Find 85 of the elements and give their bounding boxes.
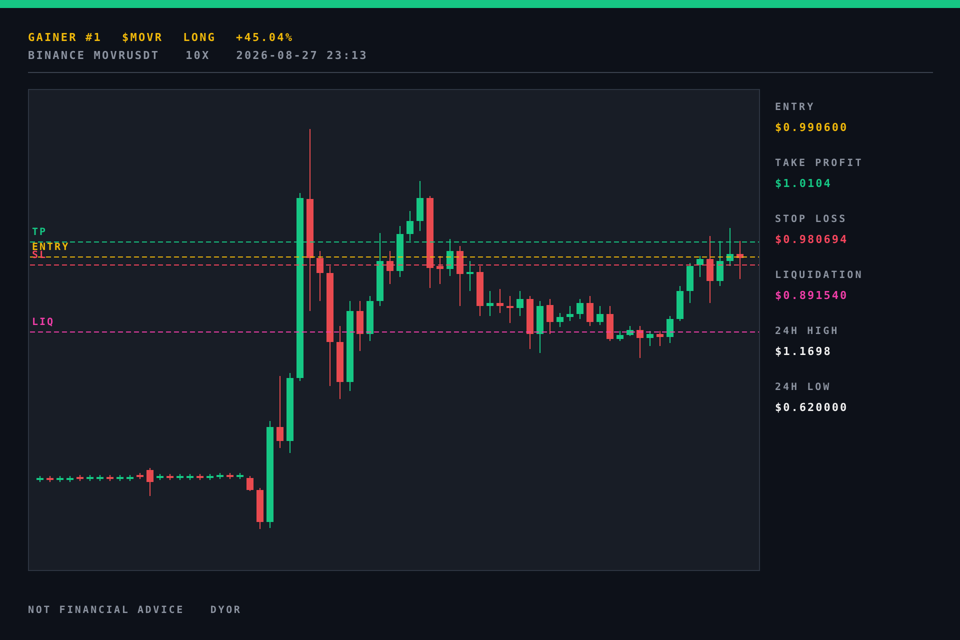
- candle: [706, 236, 714, 304]
- candle: [126, 474, 134, 482]
- disclaimer-text: NOT FINANCIAL ADVICE: [28, 604, 184, 618]
- stat-value: $1.0104: [775, 177, 833, 190]
- stat-label: STOP LOSS: [775, 213, 848, 226]
- candle: [456, 246, 464, 306]
- candle: [506, 296, 514, 324]
- stat-value: $0.620000: [775, 401, 850, 414]
- subline-text: 10X: [186, 49, 210, 63]
- candle: [566, 306, 574, 322]
- candle: [106, 474, 114, 482]
- candle: [556, 312, 564, 328]
- candle: [176, 474, 184, 480]
- candle: [256, 488, 264, 530]
- stat-value: $0.891540: [775, 289, 850, 302]
- candle: [666, 316, 674, 344]
- stat-label: 24H HIGH: [775, 325, 840, 338]
- candle: [576, 298, 584, 320]
- candle: [406, 210, 414, 242]
- level-label: SL: [32, 251, 48, 261]
- candle: [236, 472, 244, 480]
- candle: [626, 326, 634, 336]
- candle: [716, 240, 724, 286]
- candle: [466, 260, 474, 292]
- candle: [646, 330, 654, 346]
- candle: [56, 476, 64, 482]
- candle: [146, 468, 154, 496]
- candle: [186, 474, 194, 480]
- candle: [226, 472, 234, 480]
- candle: [526, 296, 534, 350]
- candle: [356, 300, 364, 352]
- candle: [606, 306, 614, 342]
- candle: [166, 474, 174, 480]
- headline-text: $MOVR: [122, 31, 164, 45]
- candle: [736, 240, 744, 280]
- stat-label: 24H LOW: [775, 381, 832, 394]
- headline-text: +45.04%: [236, 31, 294, 45]
- candle: [636, 326, 644, 358]
- candle: [96, 474, 104, 482]
- stat-label: ENTRY: [775, 101, 816, 114]
- candle: [246, 476, 254, 492]
- candle: [596, 306, 604, 326]
- level-label: TP: [32, 228, 48, 238]
- candle: [486, 290, 494, 316]
- headline-text: GAINER #1: [28, 31, 102, 45]
- headline-text: LONG: [183, 31, 216, 45]
- candle: [616, 330, 624, 342]
- candle: [416, 180, 424, 232]
- candle: [136, 472, 144, 480]
- candle: [66, 476, 74, 482]
- stat-value: $0.990600: [775, 121, 850, 134]
- candle: [546, 298, 554, 334]
- candle: [36, 476, 44, 482]
- candle: [206, 474, 214, 480]
- stat-value: $0.980694: [775, 233, 850, 246]
- candle: [396, 226, 404, 278]
- level-label: LIQ: [32, 318, 55, 328]
- candle: [46, 476, 54, 482]
- candle: [516, 290, 524, 316]
- candle: [156, 474, 164, 480]
- candle: [316, 250, 324, 302]
- candle: [496, 288, 504, 314]
- candle: [446, 238, 454, 276]
- candle: [196, 474, 204, 480]
- candle: [76, 474, 84, 482]
- candle: [366, 296, 374, 342]
- stat-label: LIQUIDATION: [775, 269, 864, 282]
- disclaimer-text: DYOR: [210, 604, 242, 618]
- stat-label: TAKE PROFIT: [775, 157, 864, 170]
- candle: [116, 474, 124, 482]
- candle: [656, 330, 664, 346]
- candle: [586, 296, 594, 326]
- candle: [686, 262, 694, 304]
- candle: [696, 256, 704, 278]
- subline-text: BINANCE MOVRUSDT: [28, 49, 160, 63]
- candle: [436, 256, 444, 284]
- candle: [216, 472, 224, 480]
- candle: [676, 286, 684, 322]
- subline-text: 2026-08-27 23:13: [236, 49, 368, 63]
- candle: [386, 250, 394, 284]
- stat-value: $1.1698: [775, 345, 833, 358]
- candle: [476, 266, 484, 316]
- candle: [86, 474, 94, 482]
- candle: [726, 228, 734, 266]
- candle: [536, 300, 544, 354]
